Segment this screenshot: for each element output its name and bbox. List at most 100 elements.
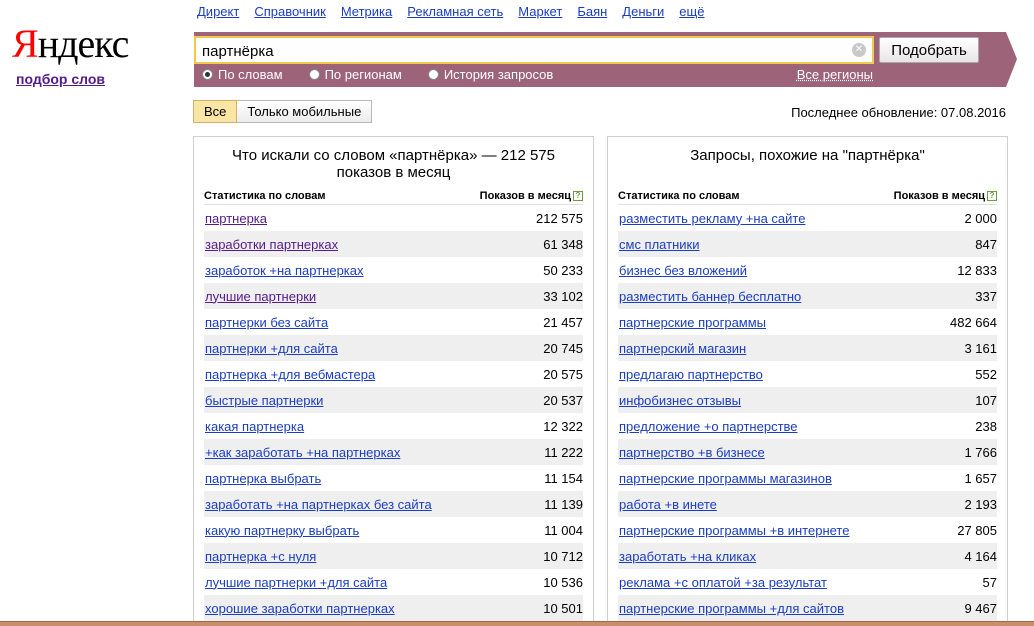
radio-label: По словам	[218, 67, 283, 82]
close-icon[interactable]: ✕	[852, 43, 866, 57]
filter-tab[interactable]: Все	[193, 100, 238, 123]
phrase-link[interactable]: партнерство +в бизнесе	[619, 445, 765, 460]
impressions-count: 20 537	[543, 392, 583, 408]
impressions-count: 1 766	[964, 444, 997, 460]
phrase-link[interactable]: партнерка	[205, 211, 267, 226]
phrase-link[interactable]: какая партнерка	[205, 419, 304, 434]
count-column-label: Показов в месяц?	[894, 190, 997, 202]
table-row: какая партнерка 12 322	[204, 413, 583, 439]
impressions-count: 238	[975, 418, 997, 434]
words-column-label: Статистика по словам	[204, 189, 326, 202]
table-row: партнерские программы +в интернете 27 805	[618, 517, 997, 543]
search-mode-radio[interactable]: По регионам	[308, 67, 402, 82]
phrase-link[interactable]: заработать +на партнерках без сайта	[205, 497, 432, 512]
search-input[interactable]	[202, 42, 842, 60]
phrase-link[interactable]: разместить баннер бесплатно	[619, 289, 801, 304]
table-row: какую партнерку выбрать 11 004	[204, 517, 583, 543]
search-box: ✕	[194, 36, 874, 64]
radio-dot-icon	[308, 69, 320, 80]
service-link[interactable]: Метрика	[341, 4, 392, 19]
service-link[interactable]: Рекламная сеть	[407, 4, 503, 19]
phrase-link[interactable]: предложение +о партнерстве	[619, 419, 798, 434]
table-row: партнерка +с нуля 10 712	[204, 543, 583, 569]
phrase-link[interactable]: предлагаю партнерство	[619, 367, 763, 382]
table-row: предложение +о партнерстве 238	[618, 413, 997, 439]
phrase-link[interactable]: хорошие заработки партнерках	[205, 601, 395, 616]
left-column-header: Статистика по словам Показов в месяц?	[204, 183, 583, 205]
phrase-link[interactable]: партнерские программы	[619, 315, 766, 330]
impressions-count: 11 154	[544, 470, 583, 486]
pick-button[interactable]: Подобрать	[879, 37, 979, 63]
service-link[interactable]: Директ	[197, 4, 239, 19]
phrase-link[interactable]: лучшие партнерки +для сайта	[205, 575, 387, 590]
impressions-count: 552	[975, 366, 997, 382]
table-row: партнерки +для сайта 20 745	[204, 335, 583, 361]
service-link[interactable]: ещё	[679, 4, 704, 19]
impressions-count: 1 657	[964, 470, 997, 486]
impressions-count: 10 501	[543, 600, 583, 616]
impressions-count: 2 193	[964, 496, 997, 512]
all-regions-link[interactable]: Все регионы	[797, 67, 873, 82]
phrase-link[interactable]: заработать +на кликах	[619, 549, 756, 564]
table-row: партнерский магазин 3 161	[618, 335, 997, 361]
table-row: разместить баннер бесплатно 337	[618, 283, 997, 309]
impressions-count: 11 004	[544, 522, 583, 538]
phrase-link[interactable]: заработок +на партнерках	[205, 263, 364, 278]
phrase-link[interactable]: быстрые партнерки	[205, 393, 323, 408]
table-row: партнерка 212 575	[204, 205, 583, 231]
phrase-link[interactable]: какую партнерку выбрать	[205, 523, 359, 538]
phrase-link[interactable]: партнерка выбрать	[205, 471, 321, 486]
service-link[interactable]: Справочник	[254, 4, 326, 19]
table-row: реклама +с оплатой +за результат 57	[618, 569, 997, 595]
search-mode-radio[interactable]: По словам	[202, 67, 283, 82]
device-filter-tabs: Все Только мобильные	[193, 100, 373, 123]
impressions-count: 3 161	[964, 340, 997, 356]
impressions-count: 20 575	[543, 366, 583, 382]
phrase-link[interactable]: смс платники	[619, 237, 699, 252]
service-link[interactable]: Баян	[577, 4, 607, 19]
phrase-link[interactable]: партнерский магазин	[619, 341, 746, 356]
words-column-label: Статистика по словам	[618, 189, 740, 202]
phrase-link[interactable]: партнерка +для вебмастера	[205, 367, 375, 382]
phrase-link[interactable]: +как заработать +на партнерках	[205, 445, 400, 460]
wordstat-title-link[interactable]: подбор слов	[16, 71, 105, 87]
phrase-link[interactable]: разместить рекламу +на сайте	[619, 211, 805, 226]
search-mode-radio[interactable]: История запросов	[427, 67, 553, 82]
help-icon[interactable]: ?	[987, 190, 997, 201]
impressions-count: 482 664	[950, 314, 997, 330]
table-row: разместить рекламу +на сайте 2 000	[618, 205, 997, 231]
right-column-header: Статистика по словам Показов в месяц?	[618, 183, 997, 205]
search-mode-radios: По словам По регионам История запросов	[202, 67, 579, 82]
phrase-link[interactable]: лучшие партнерки	[205, 289, 316, 304]
phrase-link[interactable]: заработки партнерках	[205, 237, 338, 252]
impressions-count: 20 745	[543, 340, 583, 356]
phrase-link[interactable]: партнерские программы +для сайтов	[619, 601, 844, 616]
last-update-label: Последнее обновление: 07.08.2016	[791, 105, 1006, 120]
phrase-link[interactable]: бизнес без вложений	[619, 263, 747, 278]
table-row: предлагаю партнерство 552	[618, 361, 997, 387]
right-rows: разместить рекламу +на сайте 2 000 смс пла…	[618, 205, 997, 621]
service-link[interactable]: Маркет	[518, 4, 562, 19]
help-icon[interactable]: ?	[573, 190, 583, 201]
impressions-count: 11 222	[544, 444, 583, 460]
search-band: ✕ Подобрать По словам По регионам История …	[194, 32, 1017, 87]
filter-tab[interactable]: Только мобильные	[237, 100, 373, 123]
left-rows: партнерка 212 575 заработки партнерках 61 3…	[204, 205, 583, 621]
impressions-count: 2 000	[964, 210, 997, 226]
service-link[interactable]: Деньги	[622, 4, 664, 19]
phrase-link[interactable]: партнерка +с нуля	[205, 549, 316, 564]
phrase-link[interactable]: инфобизнес отзывы	[619, 393, 741, 408]
table-row: работа +в инете 2 193	[618, 491, 997, 517]
phrase-link[interactable]: партнерки без сайта	[205, 315, 328, 330]
table-row: смс платники 847	[618, 231, 997, 257]
phrase-link[interactable]: партнерки +для сайта	[205, 341, 338, 356]
impressions-count: 9 467	[964, 600, 997, 616]
phrase-link[interactable]: партнерские программы магазинов	[619, 471, 832, 486]
phrase-link[interactable]: реклама +с оплатой +за результат	[619, 575, 827, 590]
phrase-link[interactable]: работа +в инете	[619, 497, 717, 512]
yandex-logo[interactable]: Яндекс	[12, 22, 129, 66]
phrase-link[interactable]: партнерские программы +в интернете	[619, 523, 849, 538]
radio-label: По регионам	[324, 67, 402, 82]
impressions-count: 27 805	[957, 522, 997, 538]
table-row: +как заработать +на партнерках 11 222	[204, 439, 583, 465]
